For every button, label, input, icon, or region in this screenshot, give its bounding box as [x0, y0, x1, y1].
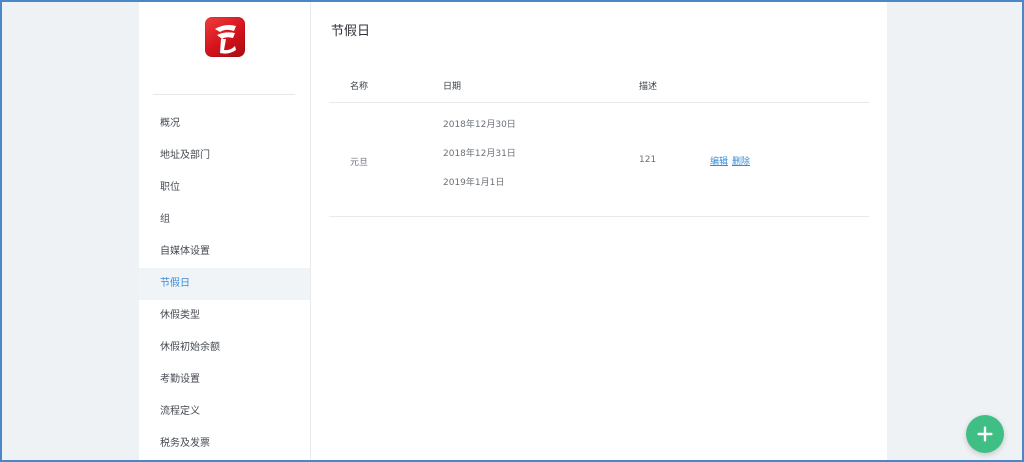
sidebar-item-overview[interactable]: 概况 [139, 108, 310, 140]
main-panel: 节假日 名称 日期 描述 元旦 2018年12月30日 2018年12月31日 … [311, 2, 887, 460]
sidebar-item-leave-initial-balance[interactable]: 休假初始余额 [139, 332, 310, 364]
sidebar-item-groups[interactable]: 组 [139, 204, 310, 236]
sidebar-item-attendance-settings[interactable]: 考勤设置 [139, 364, 310, 396]
app-viewport: 概况 地址及部门 职位 组 自媒体设置 节假日 休假类型 休假初始余额 考勤设置… [2, 2, 1022, 460]
holiday-date: 2019年1月1日 [443, 178, 505, 188]
page-title: 节假日 [331, 24, 371, 39]
sidebar-divider [153, 94, 295, 95]
sidebar: 概况 地址及部门 职位 组 自媒体设置 节假日 休假类型 休假初始余额 考勤设置… [139, 2, 311, 460]
sidebar-item-positions[interactable]: 职位 [139, 172, 310, 204]
column-header-date: 日期 [443, 82, 462, 92]
sidebar-item-leave-types[interactable]: 休假类型 [139, 300, 310, 332]
delete-link[interactable]: 删除 [732, 157, 750, 167]
table-header: 名称 日期 描述 [329, 64, 869, 103]
column-header-description: 描述 [639, 82, 658, 92]
holiday-table: 名称 日期 描述 元旦 2018年12月30日 2018年12月31日 2019… [329, 64, 869, 217]
sidebar-item-address-departments[interactable]: 地址及部门 [139, 140, 310, 172]
brand-logo[interactable] [205, 17, 245, 57]
add-holiday-button[interactable] [966, 415, 1004, 453]
holiday-dates: 2018年12月30日 2018年12月31日 2019年1月1日 [443, 119, 516, 206]
brand-logo-icon [215, 25, 236, 54]
plus-icon [977, 426, 993, 442]
holiday-date: 2018年12月31日 [443, 149, 516, 159]
sidebar-item-media-settings[interactable]: 自媒体设置 [139, 236, 310, 268]
sidebar-nav: 概况 地址及部门 职位 组 自媒体设置 节假日 休假类型 休假初始余额 考勤设置… [139, 108, 310, 460]
sidebar-item-tax-invoice[interactable]: 税务及发票 [139, 428, 310, 460]
holiday-date: 2018年12月30日 [443, 120, 516, 130]
holiday-description: 121 [639, 155, 657, 165]
holiday-name: 元旦 [350, 158, 369, 168]
sidebar-item-holidays[interactable]: 节假日 [139, 268, 310, 300]
table-row: 元旦 2018年12月30日 2018年12月31日 2019年1月1日 121… [329, 103, 869, 217]
edit-link[interactable]: 编辑 [710, 157, 728, 167]
row-actions: 编辑 删除 [710, 154, 754, 167]
column-header-name: 名称 [350, 82, 369, 92]
sidebar-item-workflow-definition[interactable]: 流程定义 [139, 396, 310, 428]
